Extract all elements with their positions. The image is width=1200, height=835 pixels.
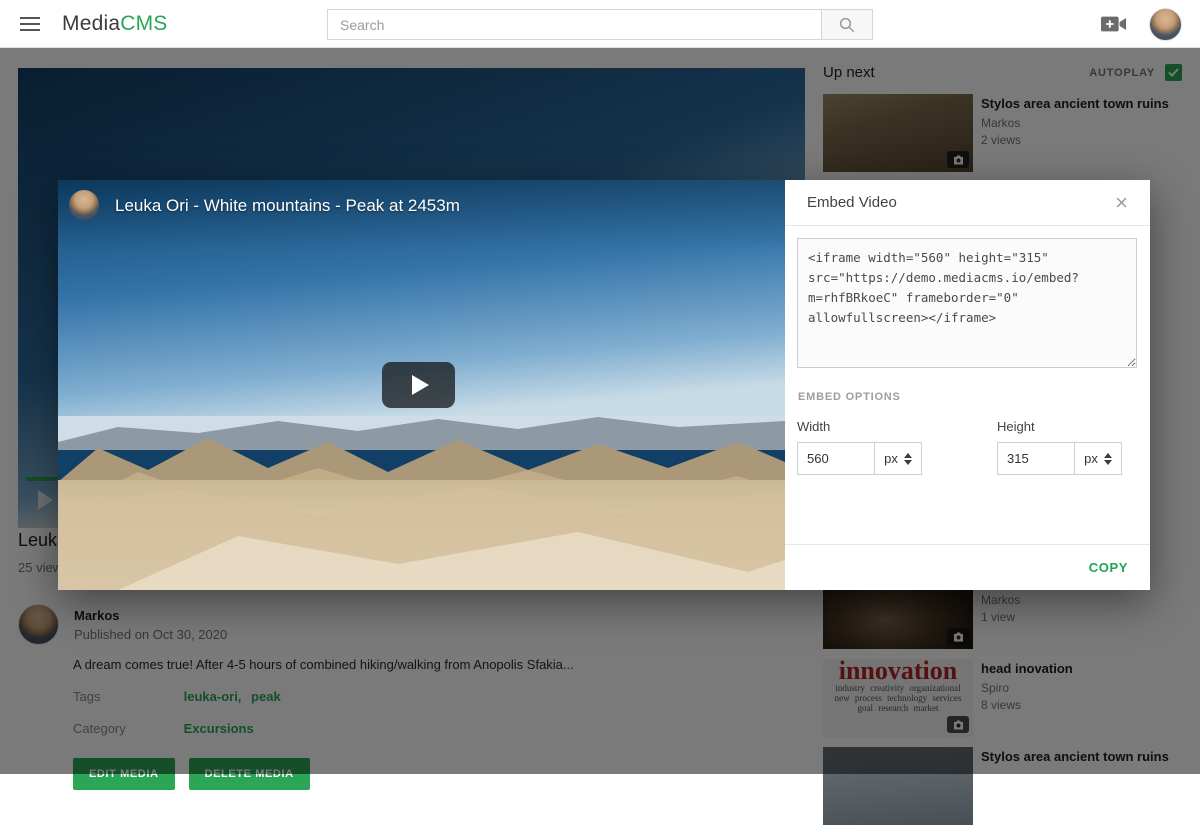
- copy-button[interactable]: COPY: [1089, 560, 1128, 575]
- embed-options-label: EMBED OPTIONS: [798, 391, 1137, 403]
- menu-icon[interactable]: [10, 6, 50, 42]
- play-button[interactable]: [382, 362, 455, 408]
- modal-title: Embed Video: [807, 194, 897, 211]
- height-unit-select[interactable]: px: [1074, 442, 1122, 475]
- upload-video-icon[interactable]: [1101, 14, 1127, 34]
- search-input[interactable]: [327, 9, 821, 40]
- width-unit-select[interactable]: px: [874, 442, 922, 475]
- height-input[interactable]: [997, 442, 1075, 475]
- logo[interactable]: MediaCMS: [62, 12, 167, 36]
- width-input[interactable]: [797, 442, 875, 475]
- preview-video-title[interactable]: Leuka Ori - White mountains - Peak at 24…: [115, 196, 460, 216]
- top-navbar: MediaCMS: [0, 0, 1200, 48]
- preview-author-avatar[interactable]: [69, 190, 99, 220]
- embed-options-panel: Embed Video × <iframe width="560" height…: [785, 180, 1150, 590]
- search-button[interactable]: [821, 9, 873, 40]
- embed-code-textarea[interactable]: <iframe width="560" height="315" src="ht…: [797, 238, 1137, 368]
- user-avatar[interactable]: [1149, 8, 1182, 41]
- spinner-arrows-icon: [904, 453, 912, 465]
- play-icon: [412, 375, 429, 395]
- width-label: Width: [797, 419, 922, 434]
- close-icon[interactable]: ×: [1115, 193, 1128, 213]
- embed-video-modal: Leuka Ori - White mountains - Peak at 24…: [58, 180, 1150, 590]
- height-label: Height: [997, 419, 1122, 434]
- spinner-arrows-icon: [1104, 453, 1112, 465]
- preview-title-bar: Leuka Ori - White mountains - Peak at 24…: [58, 180, 785, 250]
- embed-video-preview[interactable]: Leuka Ori - White mountains - Peak at 24…: [58, 180, 785, 590]
- search-icon: [838, 16, 856, 34]
